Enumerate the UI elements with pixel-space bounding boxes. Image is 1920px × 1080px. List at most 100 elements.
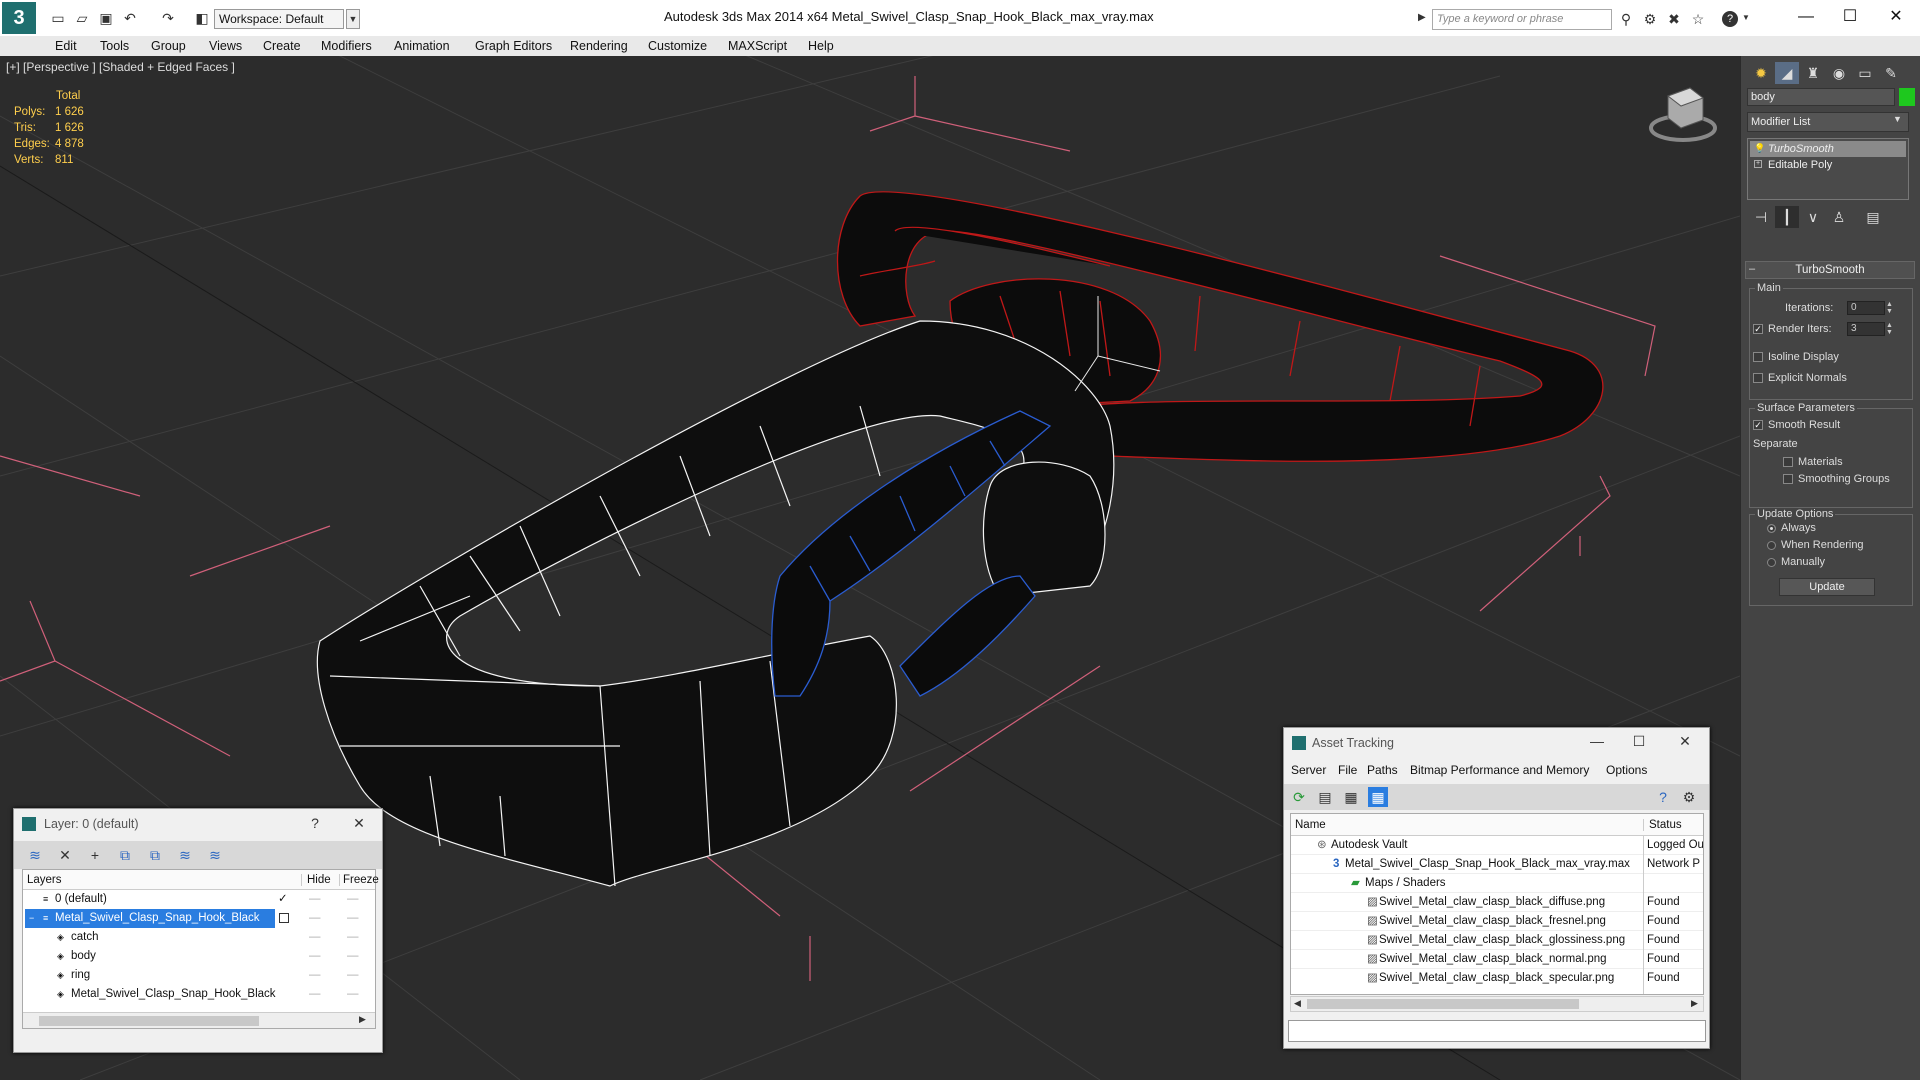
hierarchy-tab-icon[interactable]: ♜	[1801, 62, 1825, 84]
scroll-right-arrow-icon[interactable]: ▶	[359, 1014, 366, 1025]
menu-rendering[interactable]: Rendering	[570, 36, 628, 56]
configure-modifier-sets-icon[interactable]: ▤	[1861, 206, 1885, 228]
new-layer-icon[interactable]: ≋	[26, 847, 44, 864]
tree-view-icon[interactable]: ▦	[1342, 789, 1360, 806]
isoline-display-checkbox[interactable]	[1753, 352, 1763, 362]
menu-modifiers[interactable]: Modifiers	[321, 36, 372, 56]
project-folder-icon[interactable]: ◧	[194, 10, 210, 26]
hide-all-layers-icon[interactable]: ≋	[176, 847, 194, 864]
search-expand-icon[interactable]: ▶	[1418, 12, 1426, 23]
asset-row[interactable]: ▨ Swivel_Metal_claw_clasp_black_glossine…	[1291, 931, 1703, 950]
layer-row[interactable]: ≡ 0 (default) ✓ — —	[23, 890, 375, 909]
col-layers[interactable]: Layers	[27, 874, 62, 886]
col-status[interactable]: Status	[1643, 819, 1682, 831]
layer-window-help-button[interactable]: ?	[306, 815, 324, 831]
freeze-toggle[interactable]: —	[347, 966, 359, 985]
stack-item-turbosmooth[interactable]: TurboSmooth	[1750, 141, 1906, 157]
menu-animation[interactable]: Animation	[394, 36, 450, 56]
update-button[interactable]: Update	[1779, 578, 1875, 596]
iterations-spinner[interactable]: 0	[1847, 301, 1885, 315]
hide-toggle[interactable]: —	[309, 928, 321, 947]
communication-center-icon[interactable]: ⚙	[1642, 11, 1658, 27]
render-iters-spinner-arrows-icon[interactable]: ▲ ▼	[1886, 322, 1893, 336]
materials-checkbox[interactable]	[1783, 457, 1793, 467]
asset-window-minimize-button[interactable]: —	[1588, 733, 1606, 749]
select-in-layer-icon[interactable]: ⧉	[116, 847, 134, 864]
hide-toggle[interactable]: —	[309, 985, 321, 1004]
make-unique-icon[interactable]: ∨	[1801, 206, 1825, 228]
menu-create[interactable]: Create	[263, 36, 301, 56]
modifier-list-chevron-down-icon[interactable]: ▼	[1893, 114, 1902, 124]
asset-help-icon[interactable]: ?	[1654, 789, 1672, 805]
explicit-normals-checkbox[interactable]	[1753, 373, 1763, 383]
asset-menu-bitmap-performance[interactable]: Bitmap Performance and Memory	[1410, 760, 1589, 780]
lightbulb-icon[interactable]: 💡	[1754, 143, 1765, 154]
manually-radio[interactable]	[1767, 558, 1776, 567]
create-tab-sun-icon[interactable]: ✹	[1749, 62, 1773, 84]
favorites-star-icon[interactable]: ☆	[1690, 11, 1706, 27]
undo-icon[interactable]: ↶	[122, 10, 138, 26]
collapse-minus-icon[interactable]: −	[29, 909, 34, 928]
col-hide[interactable]: Hide	[301, 874, 331, 886]
app-logo[interactable]: 3	[2, 2, 36, 34]
asset-settings-icon[interactable]: ⚙	[1680, 789, 1698, 806]
active-layer-check-icon[interactable]: ✓	[278, 890, 288, 909]
menu-edit[interactable]: Edit	[55, 36, 77, 56]
menu-graph-editors[interactable]: Graph Editors	[475, 36, 552, 56]
iterations-spinner-arrows-icon[interactable]: ▲ ▼	[1886, 301, 1893, 315]
col-name[interactable]: Name	[1295, 819, 1326, 831]
asset-path-field[interactable]	[1288, 1020, 1706, 1042]
save-file-icon[interactable]: ▣	[98, 10, 114, 26]
utilities-tab-icon[interactable]: ✎	[1879, 62, 1903, 84]
motion-tab-icon[interactable]: ◉	[1827, 62, 1851, 84]
help-chevron-down-icon[interactable]: ▼	[1742, 13, 1750, 22]
refresh-icon[interactable]: ⟳	[1290, 789, 1308, 806]
freeze-all-layers-icon[interactable]: ≋	[206, 847, 224, 864]
table-view-icon[interactable]: ▦	[1368, 787, 1388, 807]
hide-toggle[interactable]: —	[309, 890, 321, 909]
pin-stack-icon[interactable]: ⊣	[1749, 206, 1773, 228]
scroll-right-arrow-icon[interactable]: ▶	[1691, 998, 1698, 1009]
workspace-dropdown[interactable]: Workspace: Default	[214, 9, 344, 29]
redo-icon[interactable]: ↷	[160, 10, 176, 26]
freeze-toggle[interactable]: —	[347, 928, 359, 947]
asset-row[interactable]: ▨ Swivel_Metal_claw_clasp_black_diffuse.…	[1291, 893, 1703, 912]
menu-maxscript[interactable]: MAXScript	[728, 36, 787, 56]
layer-window-close-button[interactable]: ✕	[350, 815, 368, 832]
layer-row[interactable]: ◈ ring — —	[23, 966, 375, 985]
menu-views[interactable]: Views	[209, 36, 242, 56]
col-freeze[interactable]: Freeze	[339, 874, 379, 886]
asset-row[interactable]: ▰ Maps / Shaders	[1291, 874, 1703, 893]
open-file-icon[interactable]: ▱	[74, 10, 90, 26]
exchange-icon[interactable]: ✖	[1666, 11, 1682, 27]
modifier-list-dropdown[interactable]: Modifier List	[1747, 112, 1909, 132]
maximize-button[interactable]: ☐	[1830, 6, 1870, 28]
hide-toggle[interactable]: —	[309, 909, 321, 928]
asset-scrollbar-thumb[interactable]	[1307, 999, 1579, 1009]
add-to-layer-icon[interactable]: +	[86, 847, 104, 863]
layer-row[interactable]: ◈ body — —	[23, 947, 375, 966]
smoothing-groups-checkbox[interactable]	[1783, 474, 1793, 484]
asset-window-maximize-button[interactable]: ☐	[1630, 733, 1648, 750]
freeze-toggle[interactable]: —	[347, 909, 359, 928]
asset-menu-file[interactable]: File	[1338, 760, 1357, 780]
freeze-toggle[interactable]: —	[347, 985, 359, 1004]
asset-menu-server[interactable]: Server	[1291, 760, 1326, 780]
viewport-label[interactable]: [+] [Perspective ] [Shaded + Edged Faces…	[6, 60, 235, 74]
layer-row[interactable]: ◈ catch — —	[23, 928, 375, 947]
stack-item-editable-poly[interactable]: Editable Poly	[1750, 157, 1906, 173]
delete-layer-icon[interactable]: ✕	[56, 847, 74, 864]
new-file-icon[interactable]: ▭	[50, 10, 66, 26]
rollout-header[interactable]: – TurboSmooth	[1745, 261, 1915, 279]
display-tab-icon[interactable]: ▭	[1853, 62, 1877, 84]
expand-plus-icon[interactable]: +	[1754, 160, 1762, 168]
show-end-result-icon[interactable]: ┃	[1775, 206, 1799, 228]
hide-toggle[interactable]: —	[309, 947, 321, 966]
freeze-toggle[interactable]: —	[347, 890, 359, 909]
freeze-toggle[interactable]: —	[347, 947, 359, 966]
highlight-selected-icon[interactable]: ⧉	[146, 847, 164, 864]
asset-row[interactable]: 3 Metal_Swivel_Clasp_Snap_Hook_Black_max…	[1291, 855, 1703, 874]
menu-help[interactable]: Help	[808, 36, 834, 56]
asset-menu-options[interactable]: Options	[1606, 760, 1647, 780]
layer-scrollbar-thumb[interactable]	[39, 1016, 259, 1026]
